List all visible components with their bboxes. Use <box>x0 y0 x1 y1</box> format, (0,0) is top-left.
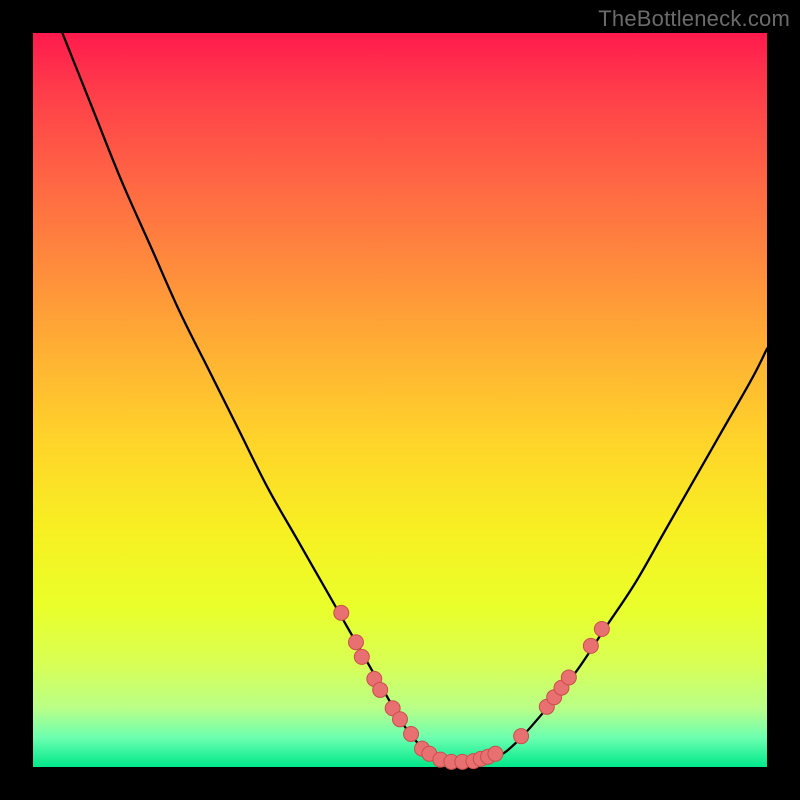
watermark-text: TheBottleneck.com <box>598 6 790 32</box>
chart-frame: TheBottleneck.com <box>0 0 800 800</box>
plot-background <box>33 33 767 767</box>
